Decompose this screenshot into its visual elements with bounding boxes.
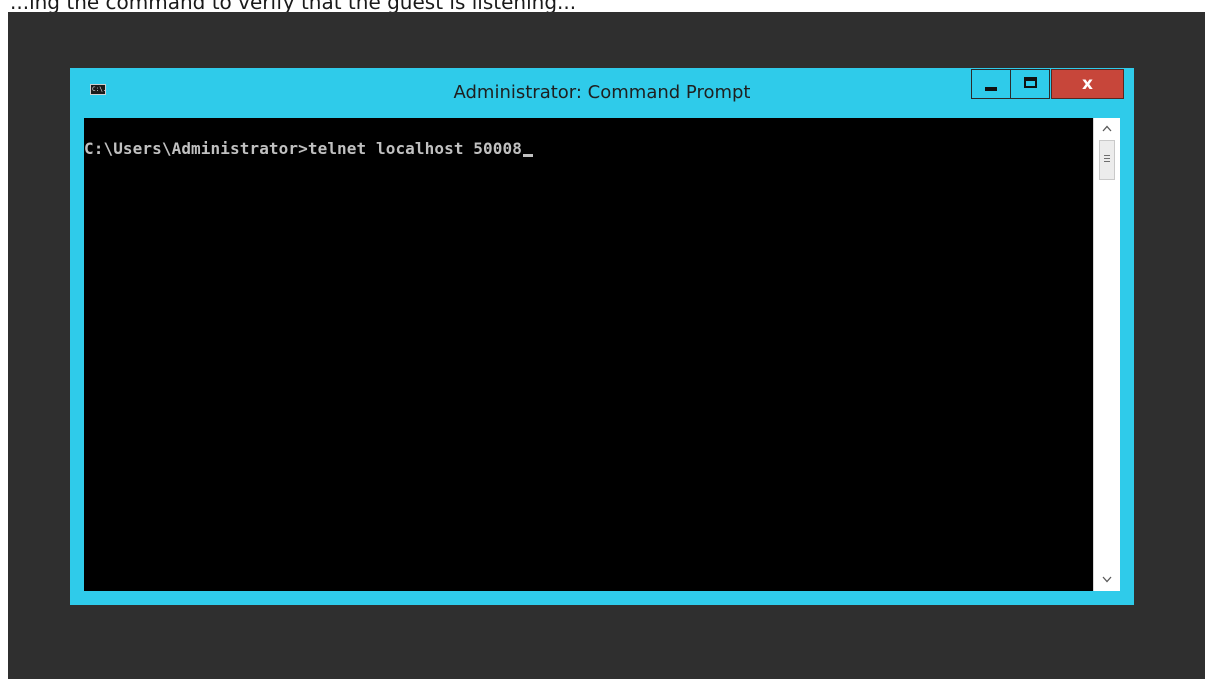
desktop-background: C:\. Administrator: Command Prompt x C:\… [8, 12, 1205, 679]
console-command-text: C:\Users\Administrator>telnet localhost … [84, 139, 522, 158]
maximize-button[interactable] [1010, 69, 1050, 99]
scrollbar-thumb[interactable] [1099, 140, 1115, 180]
scroll-up-arrow-icon[interactable] [1094, 120, 1120, 138]
minimize-icon [985, 87, 997, 91]
close-button[interactable]: x [1051, 69, 1124, 99]
text-cursor [522, 154, 533, 157]
chevron-up-icon [1102, 125, 1112, 132]
console-output[interactable]: C:\Users\Administrator>telnet localhost … [84, 118, 1093, 591]
console-prompt-line: C:\Users\Administrator>telnet localhost … [84, 139, 533, 159]
thumb-grip-line [1104, 161, 1110, 162]
maximize-icon [1024, 77, 1037, 88]
thumb-grip-line [1104, 155, 1110, 156]
close-icon: x [1082, 74, 1093, 94]
scroll-down-arrow-icon[interactable] [1094, 571, 1120, 589]
title-bar[interactable]: C:\. Administrator: Command Prompt x [70, 68, 1134, 118]
thumb-grip-line [1104, 158, 1110, 159]
minimize-button[interactable] [971, 69, 1010, 99]
command-prompt-window[interactable]: C:\. Administrator: Command Prompt x C:\… [70, 68, 1134, 605]
chevron-down-icon [1102, 576, 1112, 583]
vertical-scrollbar[interactable] [1093, 118, 1120, 591]
